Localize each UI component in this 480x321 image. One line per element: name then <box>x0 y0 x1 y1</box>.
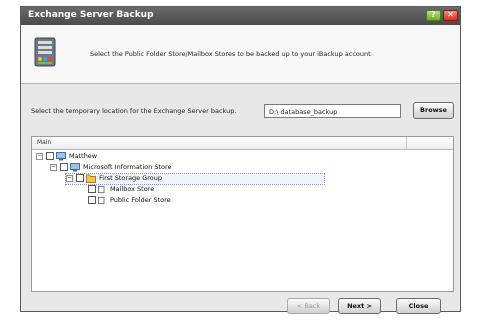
dialog-window: Exchange Server Backup ? ✕ Select the Pu… <box>20 6 461 314</box>
store-tree[interactable]: Main − Matthew − Microsoft Information S… <box>31 136 454 292</box>
tree-item-mailbox-store[interactable]: Mailbox Store <box>88 185 198 195</box>
document-icon <box>98 196 105 205</box>
folder-icon <box>86 174 96 183</box>
tree-item-information-store[interactable]: − Microsoft Information Store <box>50 163 200 173</box>
checkbox[interactable] <box>46 152 54 160</box>
title-bar[interactable]: Exchange Server Backup ? ✕ <box>21 7 460 25</box>
tree-item-first-storage-group[interactable]: − First Storage Group <box>65 173 325 185</box>
backup-location-input[interactable]: D:\ database_backup <box>264 104 401 118</box>
location-label: Select the temporary location for the Ex… <box>31 107 237 115</box>
computer-icon <box>56 152 66 161</box>
column-header-label: Main <box>37 139 52 146</box>
collapse-icon[interactable]: − <box>36 153 43 160</box>
collapse-icon[interactable]: − <box>50 164 57 171</box>
close-button[interactable]: Close <box>396 298 441 314</box>
tree-item-matthew[interactable]: − Matthew <box>36 152 156 162</box>
computer-icon <box>70 163 80 172</box>
column-separator[interactable] <box>406 137 407 149</box>
checkbox[interactable] <box>88 185 96 193</box>
header-panel: Select the Public Folder Store/Mailbox S… <box>21 25 460 84</box>
tree-item-label: Matthew <box>69 152 98 160</box>
back-button[interactable]: < Back <box>287 298 330 314</box>
collapse-icon[interactable]: − <box>66 175 73 182</box>
help-icon[interactable]: ? <box>426 10 441 21</box>
checkbox[interactable] <box>60 163 68 171</box>
tree-item-public-folder-store[interactable]: Public Folder Store <box>88 196 208 206</box>
tree-item-label: First Storage Group <box>99 174 163 182</box>
document-icon <box>98 185 105 194</box>
tree-column-header: Main <box>32 137 453 150</box>
browse-button[interactable]: Browse <box>413 102 454 119</box>
window-title: Exchange Server Backup <box>28 10 154 20</box>
tree-item-label: Microsoft Information Store <box>83 163 172 171</box>
tree-item-label: Mailbox Store <box>110 185 155 193</box>
server-backup-icon <box>34 37 56 67</box>
header-instruction: Select the Public Folder Store/Mailbox S… <box>90 50 371 58</box>
checkbox[interactable] <box>76 174 84 182</box>
checkbox[interactable] <box>88 196 96 204</box>
tree-item-label: Public Folder Store <box>110 196 171 204</box>
next-button[interactable]: Next > <box>338 298 381 314</box>
close-icon[interactable]: ✕ <box>443 10 458 21</box>
